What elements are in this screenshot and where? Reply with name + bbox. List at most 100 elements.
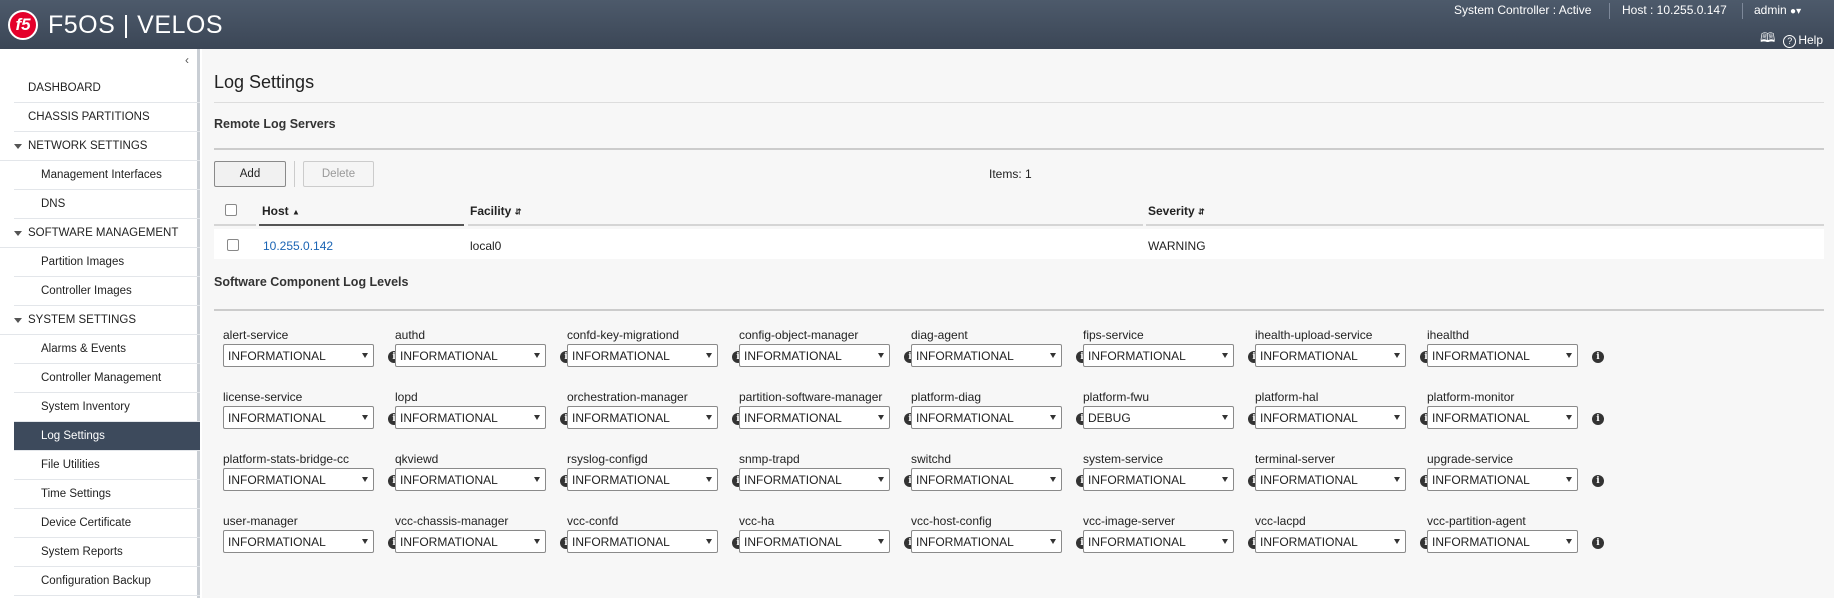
info-icon[interactable]: i bbox=[1592, 537, 1604, 549]
log-level-select[interactable]: INFORMATIONAL bbox=[395, 530, 546, 553]
log-level-select[interactable]: DEBUG bbox=[1083, 406, 1234, 429]
component-log-level: vcc-host-config INFORMATIONAL i bbox=[911, 514, 1101, 564]
component-log-level: license-service INFORMATIONAL i bbox=[223, 390, 413, 440]
sidebar-item-partition-images[interactable]: Partition Images bbox=[14, 248, 200, 277]
log-level-value: INFORMATIONAL bbox=[400, 410, 498, 425]
dropdown-caret-icon bbox=[1566, 415, 1572, 420]
sidebar-item-controller-management[interactable]: Controller Management bbox=[14, 364, 200, 393]
sidebar-item-controller-images[interactable]: Controller Images bbox=[14, 277, 200, 306]
log-level-select[interactable]: INFORMATIONAL bbox=[1427, 344, 1578, 367]
select-all-checkbox[interactable] bbox=[225, 204, 237, 216]
sidebar-item-time-settings[interactable]: Time Settings bbox=[14, 480, 200, 509]
log-level-select[interactable]: INFORMATIONAL bbox=[739, 468, 890, 491]
sidebar-item-alarms-events[interactable]: Alarms & Events bbox=[14, 335, 200, 364]
log-level-select[interactable]: INFORMATIONAL bbox=[1427, 406, 1578, 429]
log-level-select[interactable]: INFORMATIONAL bbox=[223, 530, 374, 553]
log-level-select[interactable]: INFORMATIONAL bbox=[911, 406, 1062, 429]
collapse-sidebar-icon[interactable]: ‹ bbox=[185, 53, 189, 67]
host-link[interactable]: 10.255.0.142 bbox=[263, 239, 333, 253]
sidebar-group-network-settings[interactable]: NETWORK SETTINGS bbox=[0, 132, 200, 161]
log-level-select[interactable]: INFORMATIONAL bbox=[911, 530, 1062, 553]
sidebar-item-log-settings[interactable]: Log Settings bbox=[14, 422, 200, 451]
log-level-select[interactable]: INFORMATIONAL bbox=[567, 530, 718, 553]
log-level-select[interactable]: INFORMATIONAL bbox=[567, 406, 718, 429]
page-title: Log Settings bbox=[214, 72, 315, 92]
log-level-select[interactable]: INFORMATIONAL bbox=[739, 344, 890, 367]
component-log-level: platform-diag INFORMATIONAL i bbox=[911, 390, 1101, 440]
component-name: config-object-manager bbox=[739, 328, 859, 342]
book-icon[interactable]: 🕮 bbox=[1760, 29, 1775, 51]
log-level-select[interactable]: INFORMATIONAL bbox=[1255, 468, 1406, 491]
dropdown-caret-icon bbox=[706, 477, 712, 482]
log-level-value: INFORMATIONAL bbox=[400, 472, 498, 487]
sidebar-item-file-utilities[interactable]: File Utilities bbox=[14, 451, 200, 480]
dropdown-caret-icon bbox=[1050, 415, 1056, 420]
dropdown-caret-icon bbox=[706, 415, 712, 420]
log-level-select[interactable]: INFORMATIONAL bbox=[911, 344, 1062, 367]
log-level-select[interactable]: INFORMATIONAL bbox=[395, 468, 546, 491]
sidebar-item-system-inventory[interactable]: System Inventory bbox=[14, 393, 200, 422]
component-name: vcc-partition-agent bbox=[1427, 514, 1526, 528]
column-header-host[interactable]: Host ▲ bbox=[262, 204, 300, 218]
sidebar-group-system-settings[interactable]: SYSTEM SETTINGS bbox=[0, 306, 200, 335]
log-level-select[interactable]: INFORMATIONAL bbox=[567, 344, 718, 367]
sidebar-item-management-interfaces[interactable]: Management Interfaces bbox=[14, 161, 200, 190]
log-level-select[interactable]: INFORMATIONAL bbox=[1427, 530, 1578, 553]
log-level-select[interactable]: INFORMATIONAL bbox=[1255, 344, 1406, 367]
log-level-select[interactable]: INFORMATIONAL bbox=[1255, 406, 1406, 429]
header-underline bbox=[214, 224, 256, 226]
sidebar-item-label: System Reports bbox=[41, 546, 123, 558]
log-level-value: INFORMATIONAL bbox=[916, 534, 1014, 549]
f5-logo[interactable]: f5 bbox=[8, 10, 38, 40]
log-level-select[interactable]: INFORMATIONAL bbox=[223, 344, 374, 367]
component-name: platform-hal bbox=[1255, 390, 1319, 404]
log-level-value: INFORMATIONAL bbox=[228, 472, 326, 487]
log-level-select[interactable]: INFORMATIONAL bbox=[395, 406, 546, 429]
info-icon[interactable]: i bbox=[1592, 351, 1604, 363]
help-button[interactable]: ? Help bbox=[1783, 33, 1823, 48]
log-level-select[interactable]: INFORMATIONAL bbox=[1083, 468, 1234, 491]
component-log-level: diag-agent INFORMATIONAL i bbox=[911, 328, 1101, 378]
sidebar-item-dns[interactable]: DNS bbox=[14, 190, 200, 219]
log-level-select[interactable]: INFORMATIONAL bbox=[223, 406, 374, 429]
sidebar-item-system-reports[interactable]: System Reports bbox=[14, 538, 200, 567]
component-name: terminal-server bbox=[1255, 452, 1336, 466]
component-name: switchd bbox=[911, 452, 952, 466]
log-level-select[interactable]: INFORMATIONAL bbox=[223, 468, 374, 491]
log-level-select[interactable]: INFORMATIONAL bbox=[1083, 530, 1234, 553]
component-name: license-service bbox=[223, 390, 303, 404]
sidebar-group-software-management[interactable]: SOFTWARE MANAGEMENT bbox=[0, 219, 200, 248]
component-log-level: alert-service INFORMATIONAL i bbox=[223, 328, 413, 378]
sidebar-item-chassis-partitions[interactable]: CHASSIS PARTITIONS bbox=[14, 103, 200, 132]
log-level-select[interactable]: INFORMATIONAL bbox=[395, 344, 546, 367]
log-level-select[interactable]: INFORMATIONAL bbox=[1255, 530, 1406, 553]
column-header-severity[interactable]: Severity ⇵ bbox=[1148, 204, 1205, 218]
section-divider bbox=[214, 148, 1824, 150]
component-log-level: user-manager INFORMATIONAL i bbox=[223, 514, 413, 564]
sidebar-item-dashboard[interactable]: DASHBOARD bbox=[14, 74, 200, 103]
column-header-facility[interactable]: Facility ⇵ bbox=[470, 204, 521, 218]
sidebar-item-configuration-backup[interactable]: Configuration Backup bbox=[14, 567, 200, 596]
log-level-select[interactable]: INFORMATIONAL bbox=[739, 530, 890, 553]
log-level-select[interactable]: INFORMATIONAL bbox=[1427, 468, 1578, 491]
log-level-value: INFORMATIONAL bbox=[228, 534, 326, 549]
info-icon[interactable]: i bbox=[1592, 413, 1604, 425]
info-icon[interactable]: i bbox=[1592, 475, 1604, 487]
sidebar-item-device-certificate[interactable]: Device Certificate bbox=[14, 509, 200, 538]
component-name: confd-key-migrationd bbox=[567, 328, 680, 342]
component-log-level: platform-fwu DEBUG i bbox=[1083, 390, 1273, 440]
row-checkbox[interactable] bbox=[227, 239, 239, 251]
dropdown-caret-icon bbox=[1222, 353, 1228, 358]
component-log-level: vcc-chassis-manager INFORMATIONAL i bbox=[395, 514, 585, 564]
user-menu[interactable]: admin ●▾ bbox=[1754, 3, 1801, 17]
log-level-select[interactable]: INFORMATIONAL bbox=[567, 468, 718, 491]
dropdown-caret-icon bbox=[1394, 477, 1400, 482]
log-level-select[interactable]: INFORMATIONAL bbox=[739, 406, 890, 429]
dropdown-caret-icon bbox=[706, 539, 712, 544]
sidebar-item-label: Device Certificate bbox=[41, 517, 132, 529]
log-level-select[interactable]: INFORMATIONAL bbox=[911, 468, 1062, 491]
add-button[interactable]: Add bbox=[214, 161, 286, 187]
component-name: vcc-image-server bbox=[1083, 514, 1176, 528]
log-level-select[interactable]: INFORMATIONAL bbox=[1083, 344, 1234, 367]
delete-button[interactable]: Delete bbox=[303, 161, 374, 187]
